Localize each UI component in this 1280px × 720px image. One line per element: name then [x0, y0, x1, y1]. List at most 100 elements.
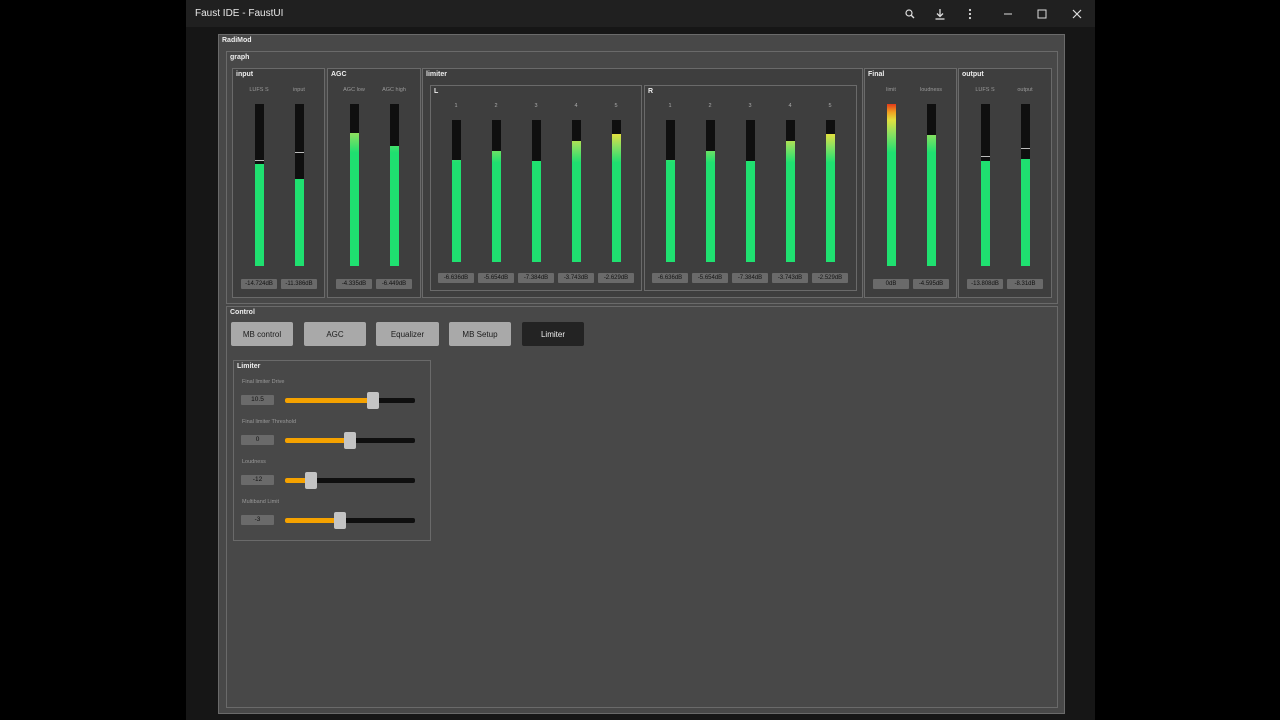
final-meter-0-fill: [887, 104, 896, 266]
limiter-left-ch-3-track: [532, 120, 541, 262]
slider-thumb-loudness[interactable]: [305, 472, 317, 489]
slider-fill-multiband-limit: [285, 518, 340, 523]
output-meter-1-value: -8.31dB: [1007, 279, 1043, 289]
limiter-right-ch-1-fill: [666, 160, 675, 262]
slider-track-multiband-limit[interactable]: [285, 512, 415, 529]
slider-value-loudness[interactable]: -12: [241, 475, 274, 485]
limiter-right-ch-4-number: 4: [788, 103, 792, 109]
output-meter-0-peak: [981, 156, 990, 157]
limiter-right-ch-3-fill: [746, 161, 755, 262]
agc-meter-0-label: AGC low: [343, 87, 365, 93]
agc-label: AGC: [331, 71, 347, 78]
limiter-left-ch-5-fill: [612, 134, 621, 262]
slider-thumb-final-limiter-threshold[interactable]: [344, 432, 356, 449]
tab-equalizer[interactable]: Equalizer: [376, 322, 439, 346]
window-title: Faust IDE - FaustUI: [195, 8, 284, 19]
limiter-right-ch-4-fill: [786, 141, 795, 262]
slider-thumb-final-limiter-drive[interactable]: [367, 392, 379, 409]
limiter-right-ch-2-fill: [706, 151, 715, 262]
final-label: Final: [868, 71, 885, 78]
limiter-right-ch-4-track: [786, 120, 795, 262]
slider-value-multiband-limit[interactable]: -3: [241, 515, 274, 525]
limiter-right-ch-2-track: [706, 120, 715, 262]
close-icon[interactable]: [1064, 4, 1090, 24]
final-group: Final: [864, 68, 957, 298]
limiter-right-ch-2-value: -5.654dB: [692, 273, 728, 283]
output-meter-0-label: LUFS S: [975, 87, 995, 93]
control-label: Control: [230, 309, 255, 316]
graph-label: graph: [230, 54, 250, 61]
input-meter-1-fill: [295, 179, 304, 266]
limiter-left-ch-5-number: 5: [614, 103, 618, 109]
limiter-right-ch-1-track: [666, 120, 675, 262]
final-meter-0-track: [887, 104, 896, 266]
agc-meter-0-track: [350, 104, 359, 266]
limiter-left-ch-1-track: [452, 120, 461, 262]
input-meter-0-track: [255, 104, 264, 266]
limiter-left-ch-4-fill: [572, 141, 581, 262]
output-meter-0-track: [981, 104, 990, 266]
final-meter-0-label: limit: [886, 87, 896, 93]
input-meter-1-value: -11.386dB: [281, 279, 317, 289]
limiter-left-ch-3-value: -7.384dB: [518, 273, 554, 283]
input-meter-1-label: input: [293, 87, 305, 93]
slider-track-final-limiter-threshold[interactable]: [285, 432, 415, 449]
limiter-right-ch-2-number: 2: [708, 103, 712, 109]
agc-meter-1-track: [390, 104, 399, 266]
input-meter-0-fill: [255, 164, 264, 266]
output-meter-1-fill: [1021, 159, 1030, 266]
agc-group: AGC: [327, 68, 421, 298]
limiter-left-ch-2-value: -5.654dB: [478, 273, 514, 283]
radimod-label: RadiMod: [222, 37, 252, 44]
limiter-right-ch-4-value: -3.743dB: [772, 273, 808, 283]
final-meter-1-track: [927, 104, 936, 266]
input-meter-0-peak: [255, 160, 264, 161]
download-icon[interactable]: [927, 4, 953, 24]
limiter-left-ch-3-fill: [532, 161, 541, 262]
input-meter-0-label: LUFS S: [249, 87, 269, 93]
minimize-icon[interactable]: [995, 4, 1021, 24]
final-meter-1-label: loudness: [919, 87, 943, 93]
maximize-icon[interactable]: [1029, 4, 1055, 24]
limiter-left-ch-2-track: [492, 120, 501, 262]
input-meter-1-peak: [295, 152, 304, 153]
slider-value-final-limiter-drive[interactable]: 10.5: [241, 395, 274, 405]
limiter-left-ch-1-value: -6.636dB: [438, 273, 474, 283]
title-bar: Faust IDE - FaustUI: [186, 0, 1095, 27]
tab-mb-control[interactable]: MB control: [231, 322, 293, 346]
limiter-left-ch-2-number: 2: [494, 103, 498, 109]
tab-agc[interactable]: AGC: [304, 322, 366, 346]
slider-track-final-limiter-drive[interactable]: [285, 392, 415, 409]
output-label: output: [962, 71, 984, 78]
limiter-left-ch-2-fill: [492, 151, 501, 262]
limiter-right-label: R: [648, 88, 654, 95]
output-group: output: [958, 68, 1052, 298]
limiter-panel: Limiter: [233, 360, 431, 541]
more-icon[interactable]: [957, 4, 983, 24]
input-group: input: [232, 68, 325, 298]
limiter-left-ch-5-value: -2.629dB: [598, 273, 634, 283]
output-meter-0-value: -13.808dB: [967, 279, 1003, 289]
output-meter-1-track: [1021, 104, 1030, 266]
input-meter-1-track: [295, 104, 304, 266]
limiter-left-label: L: [434, 88, 439, 95]
agc-meter-1-fill: [390, 146, 399, 266]
tab-mb-setup[interactable]: MB Setup: [449, 322, 511, 346]
limiter-left-ch-4-track: [572, 120, 581, 262]
limiter-left-ch-5-track: [612, 120, 621, 262]
slider-value-final-limiter-threshold[interactable]: 0: [241, 435, 274, 445]
limiter-left-ch-1-fill: [452, 160, 461, 262]
limiter-right-ch-3-value: -7.384dB: [732, 273, 768, 283]
limiter-label: limiter: [426, 71, 448, 78]
output-meter-0-fill: [981, 161, 990, 266]
tab-limiter[interactable]: Limiter: [522, 322, 584, 346]
slider-thumb-multiband-limit[interactable]: [334, 512, 346, 529]
slider-track-loudness[interactable]: [285, 472, 415, 489]
limiter-right-ch-1-number: 1: [668, 103, 672, 109]
zoom-icon[interactable]: [897, 4, 923, 24]
final-meter-0-value: 0dB: [873, 279, 909, 289]
output-meter-1-label: output: [1017, 87, 1033, 93]
slider-label-final-limiter-drive: Final limiter Drive: [242, 379, 285, 385]
limiter-right-ch-5-value: -2.529dB: [812, 273, 848, 283]
output-meter-1-peak: [1021, 148, 1030, 149]
